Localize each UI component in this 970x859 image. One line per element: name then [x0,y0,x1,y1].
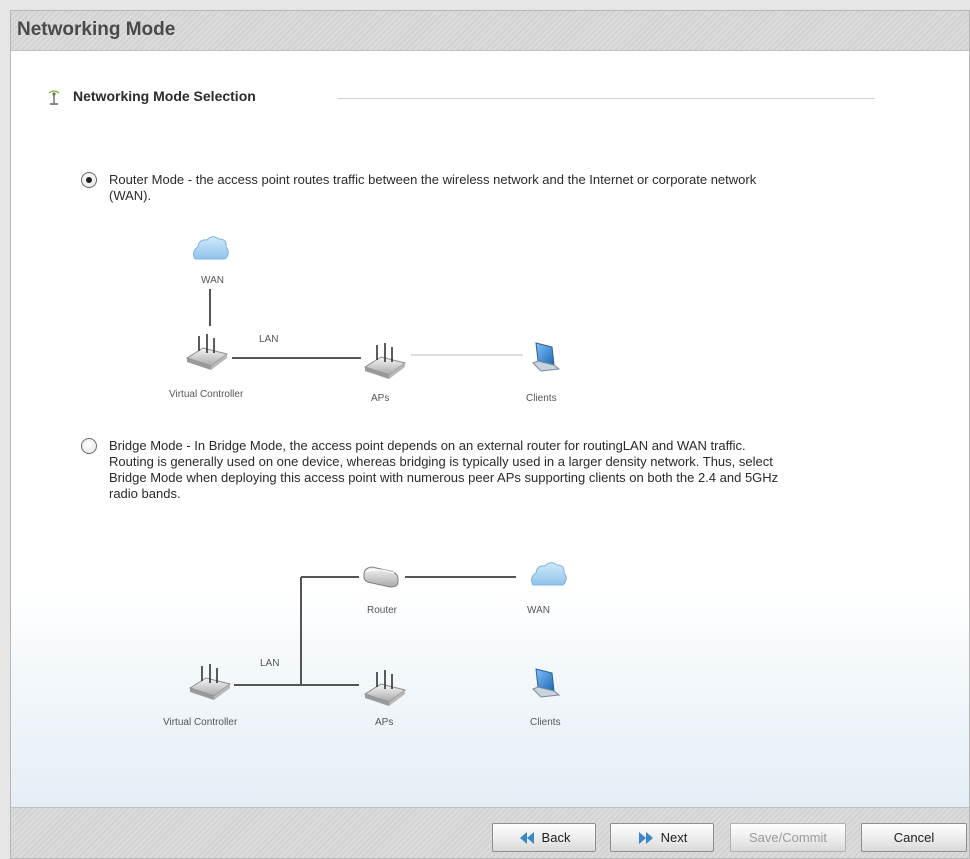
save-commit-button[interactable]: Save/Commit [730,823,846,852]
router-mode-diagram: WAN LAN Virtual Controller APs Clients [169,236,560,404]
page-title: Networking Mode [17,19,176,40]
svg-text:APs: APs [371,393,389,404]
svg-text:Clients: Clients [530,717,561,728]
back-button[interactable]: Back [492,823,596,852]
double-left-arrow-icon [519,831,534,844]
cancel-button[interactable]: Cancel [861,823,967,852]
svg-text:Virtual Controller: Virtual Controller [169,389,244,400]
networking-mode-page: Networking Mode Networking Mode Selectio… [10,10,970,859]
svg-text:Clients: Clients [526,393,557,404]
antenna-icon [48,90,60,105]
svg-text:LAN: LAN [259,334,278,345]
button-bar: Back Next Save/Commit Cancel [11,807,969,858]
bridge-mode-radio[interactable] [81,438,97,454]
section-title: Networking Mode Selection [73,88,256,104]
svg-text:Router: Router [367,605,398,616]
section-divider [338,98,875,99]
next-label: Next [660,830,688,845]
mode-diagrams: WAN LAN Virtual Controller APs Clients R… [163,236,567,728]
back-label: Back [541,830,571,845]
svg-text:WAN: WAN [201,275,224,286]
next-button[interactable]: Next [610,823,714,852]
svg-text:Virtual Controller: Virtual Controller [163,717,238,728]
svg-text:LAN: LAN [260,658,279,669]
bridge-mode-diagram: Router WAN LAN Virtual Controller APs Cl… [163,562,567,728]
section-header: Networking Mode Selection [45,86,875,110]
svg-text:WAN: WAN [527,605,550,616]
bridge-mode-description: Bridge Mode - In Bridge Mode, the access… [109,438,779,501]
title-bar: Networking Mode [11,11,969,51]
router-mode-radio[interactable] [81,172,97,188]
double-right-arrow-icon [638,831,653,844]
save-commit-label: Save/Commit [748,830,828,845]
svg-text:APs: APs [375,717,393,728]
router-mode-description: Router Mode - the access point routes tr… [109,172,757,203]
cancel-label: Cancel [893,830,935,845]
content-area: Networking Mode Selection Router Mode - … [11,52,969,809]
